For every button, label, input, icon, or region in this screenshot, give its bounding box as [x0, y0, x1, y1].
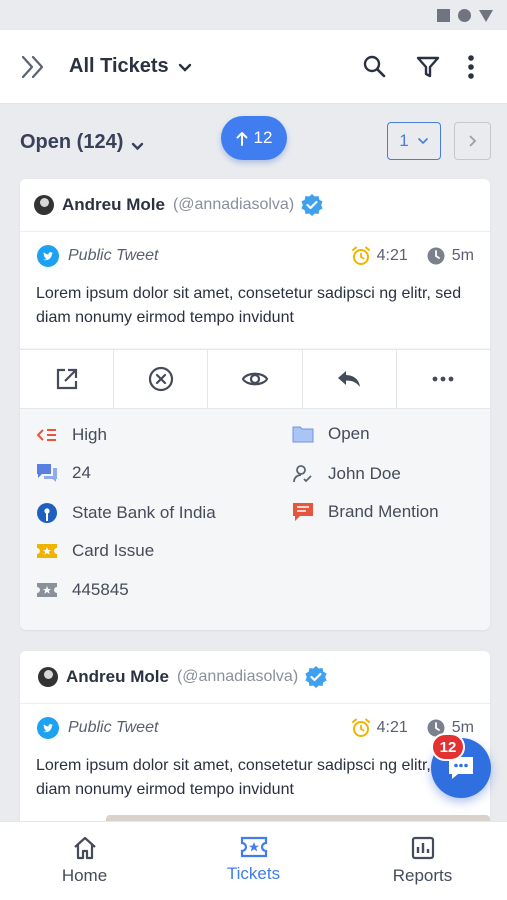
circle-status-icon [458, 9, 471, 22]
expand-menu-icon[interactable] [20, 54, 48, 85]
filter-icon[interactable] [416, 55, 440, 84]
chevron-down-icon [417, 137, 428, 145]
home-icon [73, 836, 96, 860]
verified-badge-icon [305, 666, 327, 688]
priority-field: High [36, 424, 107, 446]
reply-button[interactable] [303, 350, 397, 408]
open-external-button[interactable] [20, 350, 115, 408]
messages-icon [36, 462, 58, 484]
ticket-age: 5m [451, 247, 474, 264]
more-horizontal-icon [433, 376, 454, 382]
signal-icon [479, 9, 493, 22]
category-value: Card Issue [72, 541, 155, 560]
status-field: Open [292, 423, 370, 445]
status-filter-label[interactable]: Open (124) [20, 131, 123, 154]
view-ticket-button[interactable] [208, 350, 303, 408]
new-tickets-count: 12 [253, 128, 273, 147]
page-select[interactable]: 1 [387, 122, 441, 160]
chat-notification-badge: 12 [431, 733, 465, 761]
assignee-field: John Doe [292, 463, 401, 485]
category-field: Card Issue [36, 540, 154, 562]
top-app-bar: All Tickets [0, 30, 507, 104]
reply-icon [338, 371, 361, 387]
channel-field: Brand Mention [292, 501, 439, 523]
author-handle: (@annadiasolva) [172, 196, 295, 213]
chevron-right-icon [469, 135, 477, 147]
alarm-icon [351, 718, 370, 737]
sla-time: 4:21 [376, 719, 408, 736]
arrow-up-icon [236, 131, 248, 146]
user-assign-icon [292, 463, 314, 485]
nav-tickets[interactable]: Tickets [169, 822, 338, 900]
author-name: Andreu Mole [62, 195, 165, 214]
author-handle: (@annadiasolva) [176, 668, 299, 685]
ticket-actions [20, 349, 490, 409]
assignee-value: John Doe [328, 464, 401, 483]
nav-home[interactable]: Home [0, 822, 169, 900]
chevron-down-icon[interactable] [178, 60, 192, 78]
more-actions-button[interactable] [397, 350, 490, 408]
new-tickets-button[interactable]: 12 [221, 116, 287, 160]
ticket-details: High Open 24 John Doe State Bank of Indi… [20, 409, 490, 629]
author-name: Andreu Mole [66, 667, 169, 686]
close-circle-icon [148, 366, 173, 392]
tweet-body: Public Tweet 4:21 5m Lorem ipsum dolor s… [20, 232, 490, 348]
status-value: Open [328, 424, 370, 443]
messages-field: 24 [36, 462, 91, 484]
notification-icon [437, 9, 450, 22]
avatar [38, 667, 58, 687]
nav-label: Reports [392, 866, 453, 885]
account-field: State Bank of India [36, 502, 216, 524]
folder-icon [292, 423, 314, 445]
search-icon[interactable] [362, 54, 386, 83]
brand-mention-icon [292, 501, 314, 523]
ticket-id-icon [36, 579, 58, 601]
ticket-author-row: Andreu Mole (@annadiasolva) [20, 651, 490, 704]
verified-badge-icon [301, 194, 323, 216]
nav-label: Tickets [226, 864, 281, 883]
account-value: State Bank of India [72, 503, 216, 522]
eye-icon [241, 372, 269, 386]
ticket-author-row: Andreu Mole (@annadiasolva) [20, 179, 490, 232]
chevron-down-icon[interactable] [131, 138, 144, 156]
next-page-button[interactable] [454, 122, 491, 160]
nav-reports[interactable]: Reports [338, 822, 507, 900]
page-title[interactable]: All Tickets [69, 55, 169, 78]
priority-icon [36, 424, 58, 446]
ticket-id-field: 445845 [36, 579, 129, 601]
more-vertical-icon[interactable] [466, 54, 476, 85]
ticket-type: Public Tweet [68, 247, 159, 264]
list-toolbar: Open (124) 12 1 [0, 104, 507, 176]
status-bar [0, 0, 507, 30]
twitter-icon [37, 245, 59, 267]
nav-label: Home [61, 866, 108, 885]
sla-time: 4:21 [376, 247, 408, 264]
messages-count: 24 [72, 463, 91, 482]
clock-icon [427, 247, 445, 265]
alarm-icon [351, 246, 370, 265]
bottom-navigation: Home Tickets Reports [0, 821, 507, 900]
channel-value: Brand Mention [328, 502, 439, 521]
priority-value: High [72, 425, 107, 444]
ticket-category-icon [36, 540, 58, 562]
ticket-type: Public Tweet [68, 719, 159, 736]
ticket-card[interactable]: Andreu Mole (@annadiasolva) Public Tweet… [20, 179, 490, 630]
twitter-icon [37, 717, 59, 739]
ticket-icon [240, 836, 267, 858]
reports-icon [411, 836, 434, 860]
open-external-icon [56, 368, 77, 390]
close-ticket-button[interactable] [114, 350, 209, 408]
tweet-text: Lorem ipsum dolor sit amet, consetetur s… [36, 757, 462, 798]
ticket-id-value: 445845 [72, 580, 129, 599]
tweet-text: Lorem ipsum dolor sit amet, consetetur s… [36, 285, 462, 326]
page-number: 1 [399, 131, 409, 150]
avatar [34, 195, 54, 215]
bank-logo-icon [36, 502, 58, 524]
